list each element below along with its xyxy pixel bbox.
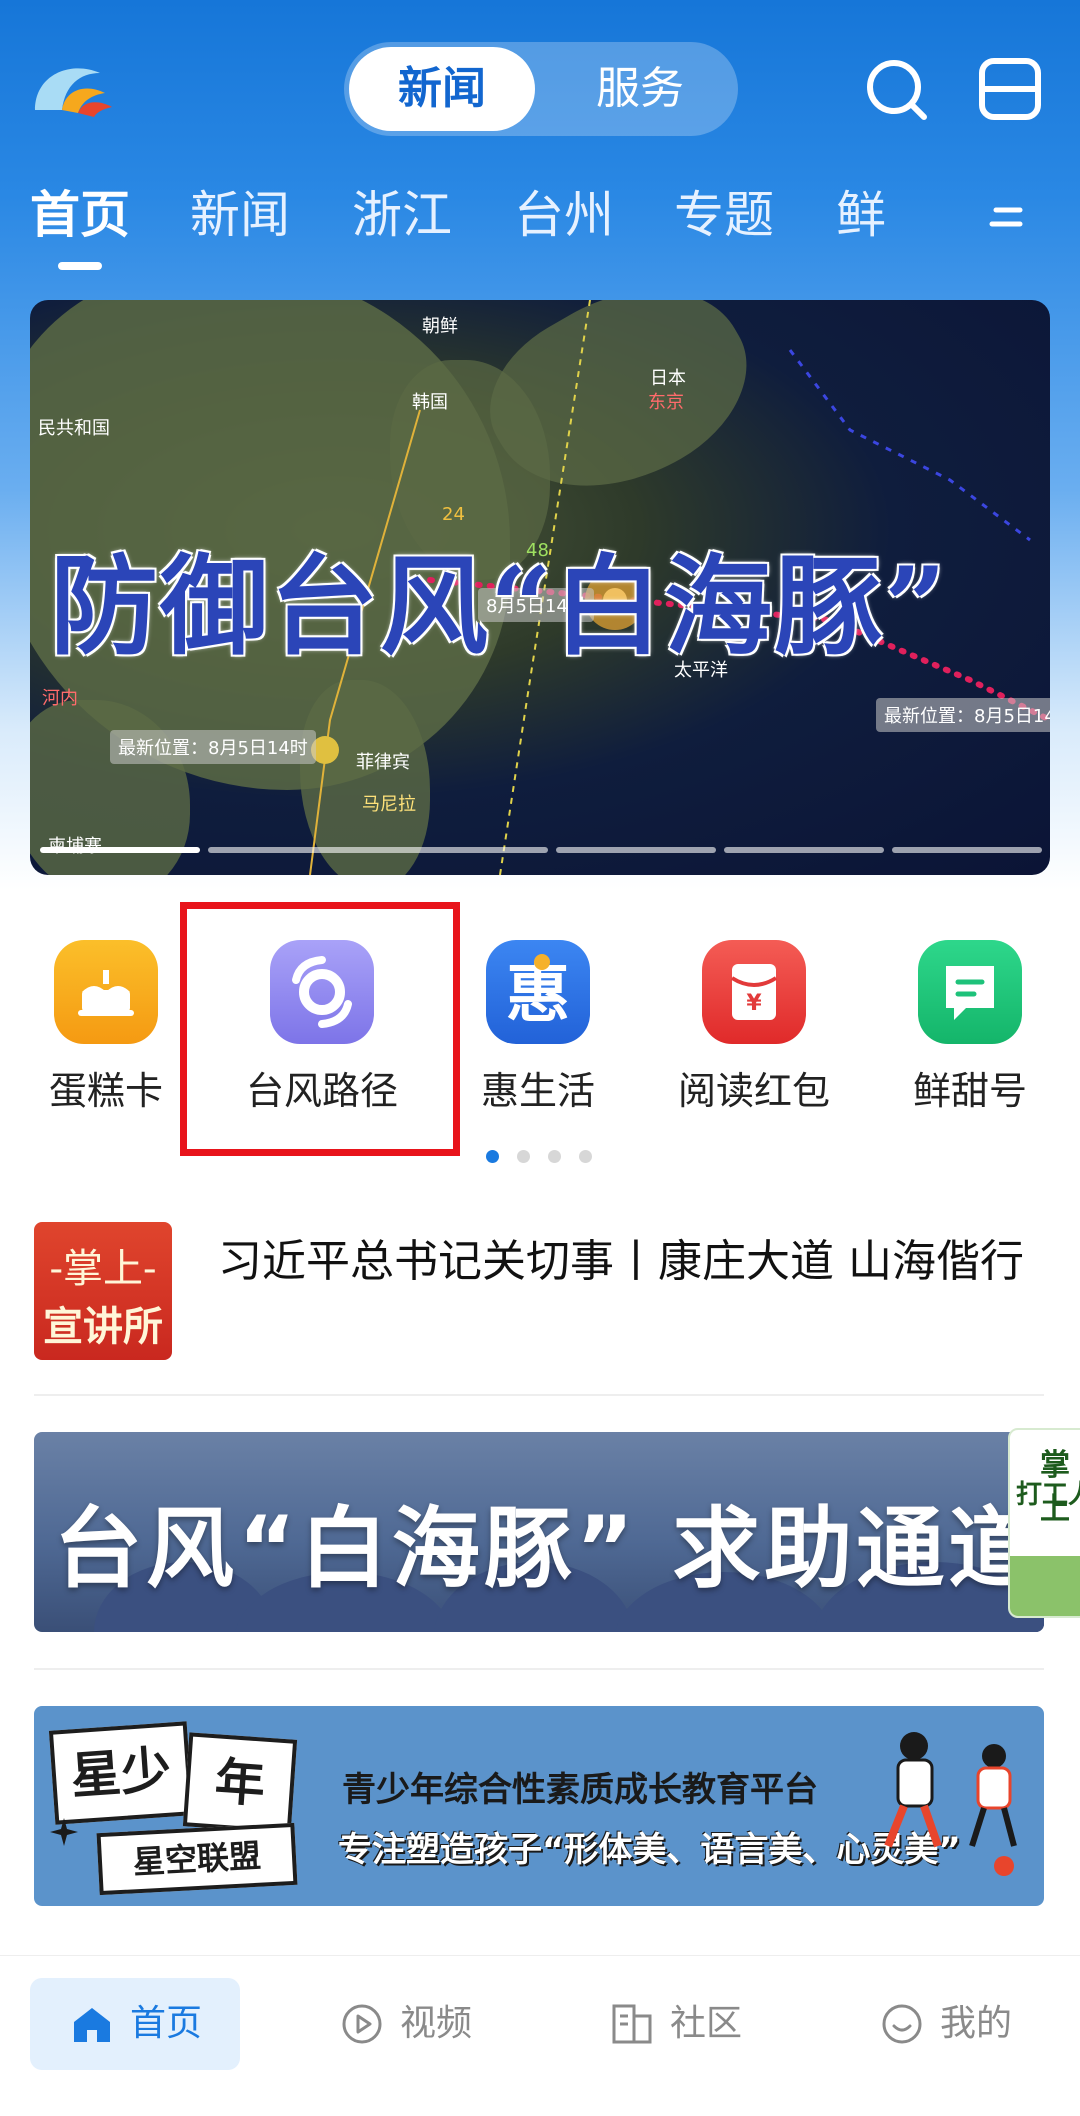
slide-indicator bbox=[556, 847, 716, 853]
floating-ad-line2: 打工人 bbox=[1016, 1480, 1080, 1510]
map-label-manila: 马尼拉 bbox=[362, 794, 416, 815]
banner-card-nian: 年 bbox=[182, 1732, 298, 1834]
channel-tabs: 首页 新闻 浙江 台州 专题 鲜 bbox=[0, 180, 1080, 270]
map-label-hanoi: 河内 bbox=[42, 688, 78, 709]
shortcut-xiantian-hao[interactable]: 鲜甜号 bbox=[870, 940, 1070, 1120]
hui-icon: 惠 bbox=[486, 940, 590, 1044]
slide-indicator bbox=[208, 847, 548, 853]
banner-slide-indicator bbox=[30, 847, 1050, 853]
map-label-tokyo: 东京 bbox=[648, 392, 684, 413]
banner-card-xingshao: 星少 bbox=[48, 1721, 194, 1825]
svg-text:¥: ¥ bbox=[746, 991, 762, 1016]
play-icon bbox=[342, 2004, 382, 2044]
shortcut-label: 阅读红包 bbox=[677, 1069, 830, 1113]
banner-card-xingkong: 星空联盟 bbox=[96, 1822, 298, 1896]
nav-label: 我的 bbox=[940, 2003, 1013, 2044]
nav-label: 视频 bbox=[400, 2003, 473, 2044]
map-label-north-korea: 朝鲜 bbox=[422, 316, 458, 337]
page-dot bbox=[579, 1150, 592, 1163]
nav-label: 社区 bbox=[670, 2003, 743, 2044]
nav-home[interactable]: 首页 bbox=[30, 1978, 240, 2070]
divider bbox=[34, 1668, 1044, 1670]
floating-ad[interactable]: 掌上 打工人 bbox=[1008, 1428, 1080, 1618]
nav-video[interactable]: 视频 bbox=[300, 1978, 510, 2070]
red-envelope-icon: ¥ bbox=[702, 940, 806, 1044]
star-alliance-banner[interactable]: 星少 年 星空联盟 青少年综合性素质成长教育平台 专注塑造孩子“形体美、语言美、… bbox=[34, 1706, 1044, 1906]
map-label-cambodia: 柬埔寨 bbox=[40, 828, 110, 862]
app-logo-icon[interactable] bbox=[30, 55, 120, 120]
slide-indicator bbox=[892, 847, 1042, 853]
svg-text:惠: 惠 bbox=[506, 958, 570, 1032]
segment-news[interactable]: 新闻 bbox=[349, 47, 535, 131]
slide-indicator-active bbox=[40, 847, 200, 853]
segment-service[interactable]: 服务 bbox=[547, 47, 733, 131]
thumbnail-line2: 宣讲所 bbox=[43, 1303, 163, 1350]
banner-line1: 青少年综合性素质成长教育平台 bbox=[342, 1770, 818, 1810]
shortcut-reading-red-envelope[interactable]: ¥ 阅读红包 bbox=[654, 940, 854, 1120]
tab-home[interactable]: 首页 bbox=[30, 180, 130, 250]
smile-icon bbox=[882, 2004, 922, 2044]
shortcut-cake-card[interactable]: 蛋糕卡 bbox=[6, 940, 206, 1120]
shortcut-page-dots bbox=[486, 1150, 606, 1166]
news-service-switch: 新闻 服务 bbox=[344, 42, 738, 136]
typhoon-banner[interactable]: 最新位置：8月5日14时 最新位置：8月5日14时 8月5日14时 韩国 朝鲜 … bbox=[30, 300, 1050, 875]
community-icon bbox=[612, 2004, 652, 2044]
shortcut-hui-life[interactable]: 惠 惠生活 bbox=[438, 940, 638, 1120]
tab-topics[interactable]: 专题 bbox=[674, 180, 774, 250]
highlight-box bbox=[180, 902, 460, 1156]
page-dot bbox=[548, 1150, 561, 1163]
nav-mine[interactable]: 我的 bbox=[840, 1978, 1050, 2070]
page-dot bbox=[517, 1150, 530, 1163]
tab-news[interactable]: 新闻 bbox=[190, 180, 290, 250]
divider bbox=[34, 1394, 1044, 1396]
sparkle-icon bbox=[50, 1818, 78, 1846]
bottom-navigation: 首页 视频 社区 我的 bbox=[0, 1955, 1080, 2116]
map-label-laos: 民共和国 bbox=[38, 418, 110, 439]
news-title[interactable]: 习近平总书记关切事丨康庄大道 山海偕行 bbox=[218, 1232, 1038, 1292]
more-channels-icon[interactable] bbox=[988, 198, 1028, 238]
map-label-latest-right: 最新位置：8月5日14时 bbox=[876, 698, 1050, 732]
map-label-philippines: 菲律宾 bbox=[356, 752, 410, 773]
search-icon[interactable] bbox=[862, 55, 930, 123]
news-thumbnail[interactable]: -掌上- 宣讲所 bbox=[34, 1222, 172, 1360]
nav-label: 首页 bbox=[130, 2003, 203, 2044]
page-dot-active bbox=[486, 1150, 499, 1163]
map-label-latest-left: 最新位置：8月5日14时 bbox=[110, 730, 316, 764]
tab-zhejiang[interactable]: 浙江 bbox=[352, 180, 452, 250]
typhoon-help-text: 台风“白海豚” 求助通道 bbox=[54, 1497, 1041, 1600]
kids-illustration-icon bbox=[884, 1732, 1017, 1876]
typhoon-help-banner[interactable]: 台风“白海豚” 求助通道 bbox=[34, 1432, 1044, 1632]
nav-community[interactable]: 社区 bbox=[570, 1978, 780, 2070]
floating-ad-grass bbox=[1010, 1556, 1080, 1616]
active-tab-indicator bbox=[58, 262, 102, 270]
cake-icon bbox=[54, 940, 158, 1044]
menu-icon[interactable] bbox=[976, 55, 1044, 123]
tab-xian[interactable]: 鲜 bbox=[836, 180, 886, 250]
slide-indicator bbox=[724, 847, 884, 853]
shortcut-label: 鲜甜号 bbox=[912, 1069, 1027, 1113]
home-icon bbox=[74, 2008, 110, 2042]
banner-title: 防御台风“白海豚” bbox=[50, 544, 949, 670]
message-icon bbox=[918, 940, 1022, 1044]
map-label-korea: 韩国 bbox=[412, 392, 448, 413]
tab-taizhou[interactable]: 台州 bbox=[514, 180, 614, 250]
thumbnail-line1: -掌上- bbox=[49, 1246, 157, 1292]
